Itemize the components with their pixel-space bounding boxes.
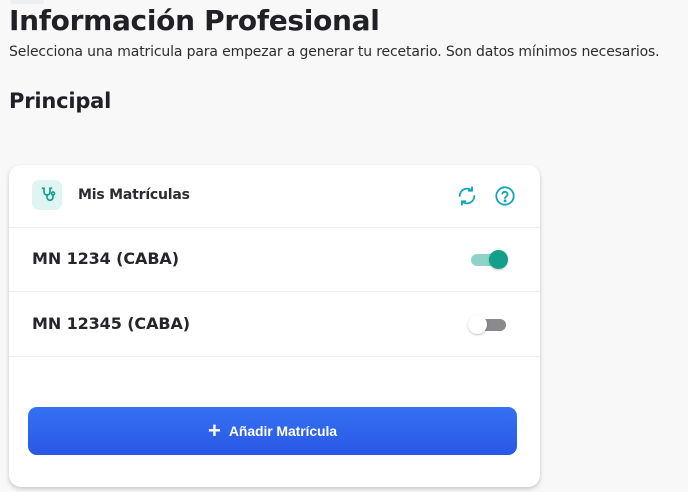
page-title: Información Profesional: [9, 4, 380, 37]
matricula-label: MN 1234 (CABA): [32, 249, 179, 268]
section-title: Principal: [9, 89, 112, 113]
matricula-label: MN 12345 (CABA): [32, 314, 190, 333]
add-matricula-label: Añadir Matrícula: [228, 423, 337, 439]
card-header: Mis Matrículas: [9, 165, 540, 228]
help-icon[interactable]: [493, 184, 517, 208]
matricula-toggle[interactable]: [469, 248, 509, 270]
matricula-row: MN 1234 (CABA): [9, 227, 540, 292]
toggle-thumb: [468, 315, 487, 334]
matriculas-card: Mis Matrículas MN 1234 (CABA) MN 12345 (…: [9, 165, 540, 487]
page-subtitle: Selecciona una matricula para empezar a …: [9, 44, 660, 60]
add-matricula-button[interactable]: + Añadir Matrícula: [28, 407, 517, 455]
plus-icon: +: [208, 418, 221, 443]
refresh-icon[interactable]: [455, 184, 479, 208]
card-title: Mis Matrículas: [78, 187, 190, 203]
toggle-thumb: [489, 250, 508, 269]
matricula-toggle[interactable]: [468, 313, 508, 335]
matricula-row: MN 12345 (CABA): [9, 292, 540, 357]
stethoscope-icon: [32, 180, 62, 210]
page: Información Profesional Selecciona una m…: [0, 0, 688, 492]
